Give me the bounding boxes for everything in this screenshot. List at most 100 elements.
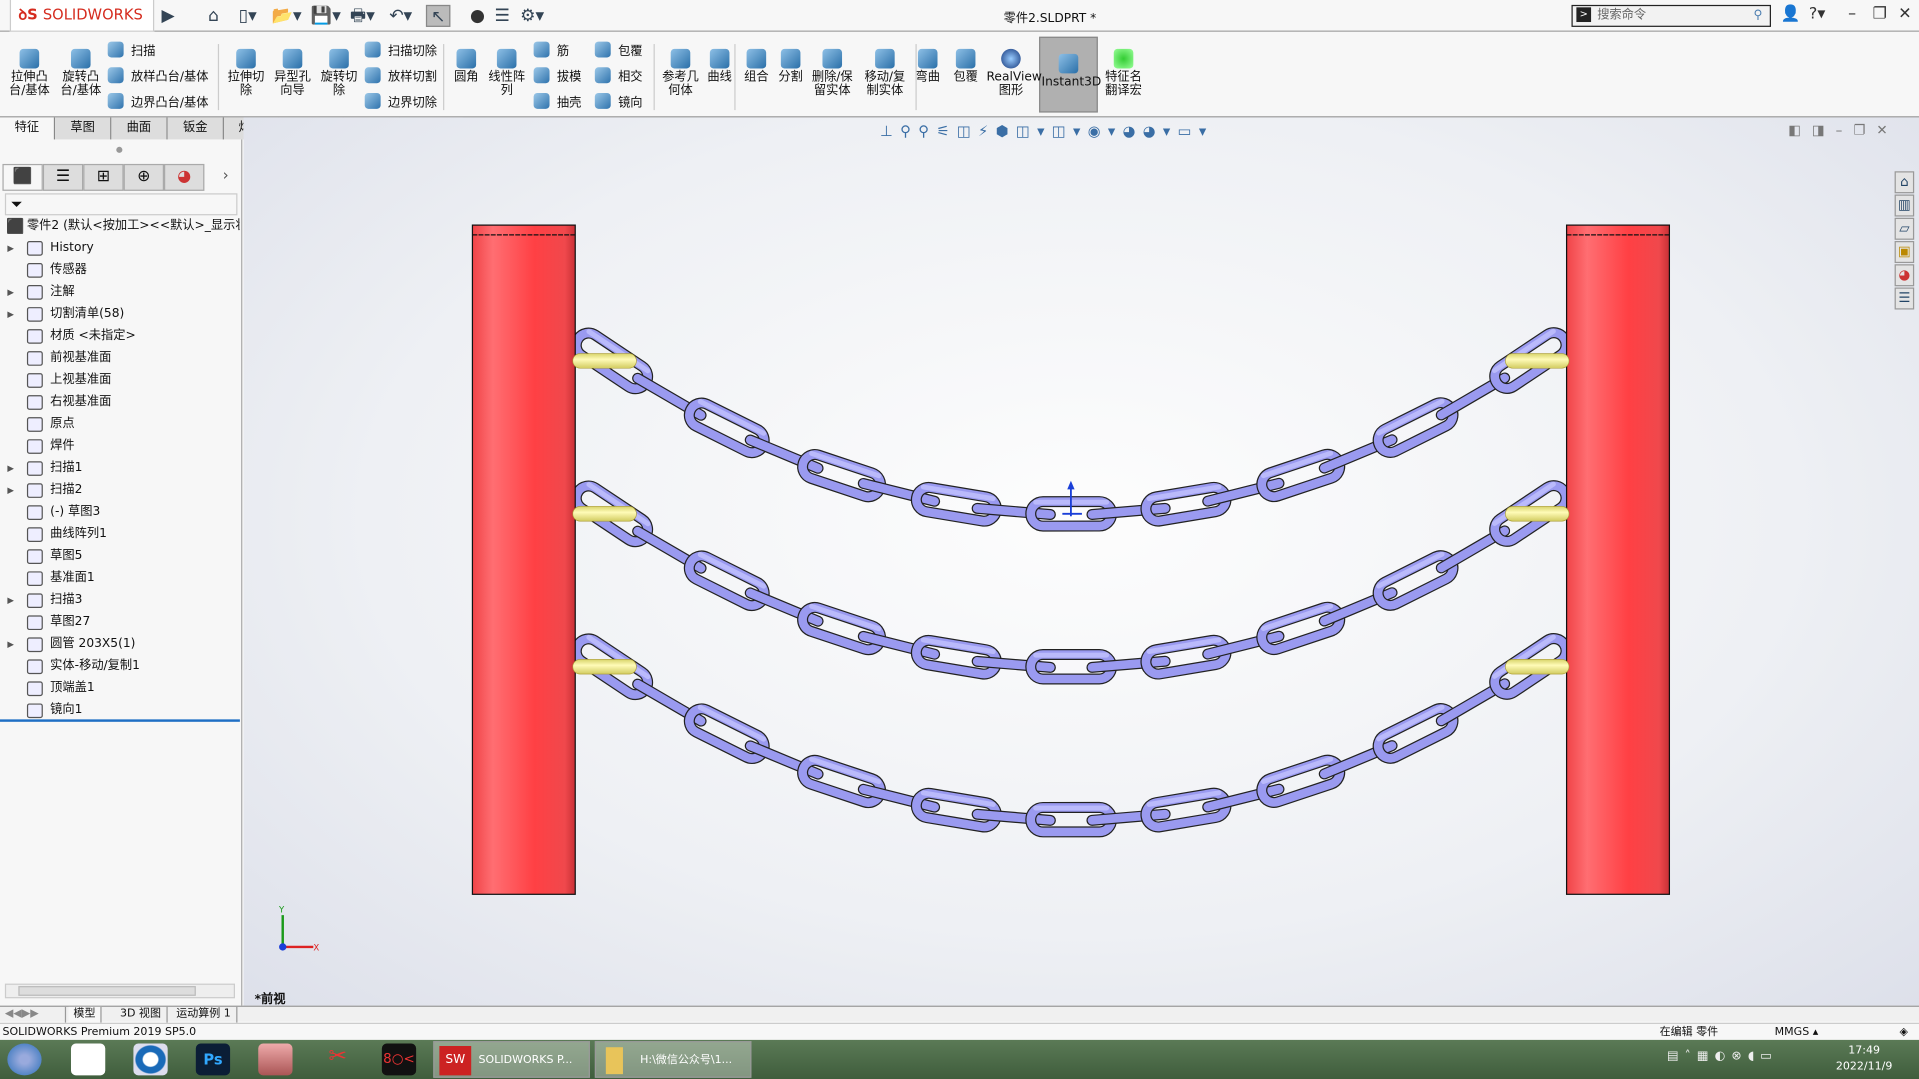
view-palette-icon[interactable]: ▣ [1894,241,1915,264]
ribbon-button-11[interactable]: 删除/保 留实体 [808,48,857,98]
ribbon-button-15[interactable]: RealView 图形 [986,48,1042,98]
file-properties-icon[interactable]: ☰ [494,5,509,27]
ribbon-small-button-7[interactable]: 拔模 [533,67,581,87]
tab-scroll-arrows[interactable]: ◀◀▶▶ [0,1006,67,1023]
model-view[interactable]: YX [244,117,1919,1005]
print-icon[interactable]: 🖶▾ [350,5,375,27]
tree-item[interactable]: ▶ History [0,237,240,259]
ribbon-small-button-11[interactable]: 镜向 [594,92,643,113]
tab-2[interactable]: 曲面 [111,117,168,140]
tree-item[interactable]: 材质 <未指定> [0,325,240,347]
tree-item[interactable]: 曲线阵列1 [0,524,240,546]
panel-splitter-handle[interactable] [116,146,123,153]
tree-item[interactable]: 草图5 [0,546,240,568]
ribbon-button-2[interactable]: 拉伸切 除 [223,48,270,98]
restore-button[interactable]: ❐ [1873,5,1887,23]
tree-item[interactable]: ▶ 圆管 203X5(1) [0,634,240,656]
more-tabs-chevron-icon[interactable]: › [223,166,229,183]
tree-item[interactable]: 上视基准面 [0,369,240,391]
bottom-tab-1[interactable]: 3D 视图 [115,1006,168,1023]
ribbon-small-button-6[interactable]: 筋 [533,41,569,62]
taskbar-app-image-icon[interactable] [258,1043,293,1076]
dimxpert-tab-icon[interactable]: ⊕ [123,163,165,191]
undo-icon[interactable]: ↶▾ [389,5,412,27]
tab-0[interactable]: 特征 [0,117,56,140]
viewport-window-controls[interactable]: ◧◨–❐✕ [1788,122,1899,138]
tree-item[interactable]: (-) 草图3 [0,502,240,524]
ribbon-button-8[interactable]: 曲线 [703,48,737,84]
ribbon-button-5[interactable]: 圆角 [448,48,485,84]
clock[interactable]: 17:49 2022/11/9 [1836,1044,1892,1076]
quick-tips-icon[interactable]: ◈ [1899,1024,1907,1041]
ribbon-small-button-2[interactable]: 边界凸台/基体 [107,92,209,113]
tree-item[interactable]: ▶ 扫描3 [0,590,240,612]
units-selector[interactable]: MMGS ▴ [1775,1024,1819,1041]
feature-manager-tab-icon[interactable]: ⬛ [2,163,43,191]
ribbon-button-0[interactable]: 拉伸凸 台/基体 [5,48,54,98]
solidworks-logo[interactable]: ꝺS SOLIDWORKS [9,0,155,32]
tree-item[interactable]: 右视基准面 [0,391,240,413]
ribbon-button-16[interactable]: Instant3D [1042,53,1101,89]
taskbar-window-solidworks[interactable]: SW SOLIDWORKS P... [433,1041,590,1078]
tab-1[interactable]: 草图 [55,117,112,140]
rollback-bar[interactable] [0,719,240,722]
expand-arrow-icon[interactable]: ▶ [7,458,14,480]
taskbar-app-browser-icon[interactable] [133,1043,168,1076]
left-post[interactable] [471,224,576,895]
ribbon-button-12[interactable]: 移动/复 制实体 [862,48,909,98]
expand-arrow-icon[interactable]: ▶ [7,590,14,612]
ribbon-button-7[interactable]: 参考几 何体 [658,48,702,98]
tree-item[interactable]: 基准面1 [0,568,240,590]
help-icon[interactable]: ?▾ [1809,5,1825,23]
tree-item[interactable]: 传感器 [0,259,240,281]
ribbon-button-17[interactable]: 特征名 翻译宏 [1099,48,1148,98]
ribbon-small-button-5[interactable]: 边界切除 [364,92,437,113]
tree-item[interactable]: 草图27 [0,612,240,634]
expand-arrow-icon[interactable]: ▶ [7,634,14,656]
tree-item[interactable]: 原点 [0,414,240,436]
minimize-button[interactable]: – [1848,5,1856,23]
property-manager-tab-icon[interactable]: ☰ [42,163,84,191]
expand-arrow-icon[interactable]: ▶ [7,281,14,303]
select-icon[interactable]: ↖ [425,4,451,27]
save-icon[interactable]: 💾▾ [311,5,341,27]
expand-arrow-icon[interactable]: ▶ [7,303,14,325]
user-icon[interactable]: 👤 [1781,5,1801,23]
ribbon-button-6[interactable]: 线性阵 列 [485,48,529,98]
ribbon-small-button-8[interactable]: 抽壳 [533,92,581,113]
bottom-tab-2[interactable]: 运动算例 1 [171,1006,237,1023]
ribbon-button-10[interactable]: 分割 [774,48,808,84]
ribbon-button-3[interactable]: 异型孔 向导 [269,48,316,98]
rebuild-icon[interactable]: ● [470,5,485,27]
appearances-icon[interactable]: ◕ [1894,264,1915,287]
new-icon[interactable]: ▯▾ [239,5,257,27]
task-pane-home-icon[interactable]: ⌂ [1894,171,1915,194]
tree-item[interactable]: 顶端盖1 [0,678,240,700]
configuration-manager-tab-icon[interactable]: ⊞ [83,163,124,191]
tree-item[interactable]: ▶ 扫描1 [0,458,240,480]
expand-arrow-icon[interactable]: ▶ [7,480,14,502]
custom-properties-icon[interactable]: ☰ [1894,287,1915,310]
start-button[interactable] [7,1043,42,1076]
options-icon[interactable]: ⚙▾ [520,5,544,27]
scrollbar-thumb[interactable] [18,986,196,996]
design-library-icon[interactable]: ▥ [1894,194,1915,217]
ribbon-small-button-9[interactable]: 包覆 [594,41,643,62]
tree-item[interactable]: 前视基准面 [0,347,240,369]
taskbar-app-obs-icon[interactable]: 8○< [381,1043,417,1076]
search-icon[interactable]: ⚲ [1753,6,1762,26]
chain-3[interactable] [570,632,1572,838]
home-icon[interactable]: ⌂ [208,5,219,27]
taskbar-app-scissors-icon[interactable]: ✂ [321,1044,355,1076]
horizontal-scrollbar[interactable] [4,983,235,999]
graphics-area[interactable]: YX ⊥⚲⚲⚟◫⚡⬢◫▾◫▾◉▾◕◕▾▭▾ ◧◨–❐✕ ⌂ ▥ ▱ ▣ ◕ ☰ … [243,117,1919,1007]
taskbar-window-explorer[interactable]: H:\微信公众号\1... [594,1041,752,1078]
file-explorer-icon[interactable]: ▱ [1894,217,1915,240]
tree-item[interactable]: 焊件 [0,436,240,458]
filter-icon[interactable]: ⏷ [4,193,238,216]
expand-arrow-icon[interactable]: ▶ [7,237,14,259]
system-tray-icons[interactable]: ▤˄▦◐⊗◖▭ [1667,1050,1778,1063]
ribbon-button-9[interactable]: 组合 [739,48,773,84]
tree-root[interactable]: ⬛ 零件2 (默认<按加工><<默认>_显示状 [0,215,240,237]
ribbon-small-button-1[interactable]: 放样凸台/基体 [107,67,209,87]
